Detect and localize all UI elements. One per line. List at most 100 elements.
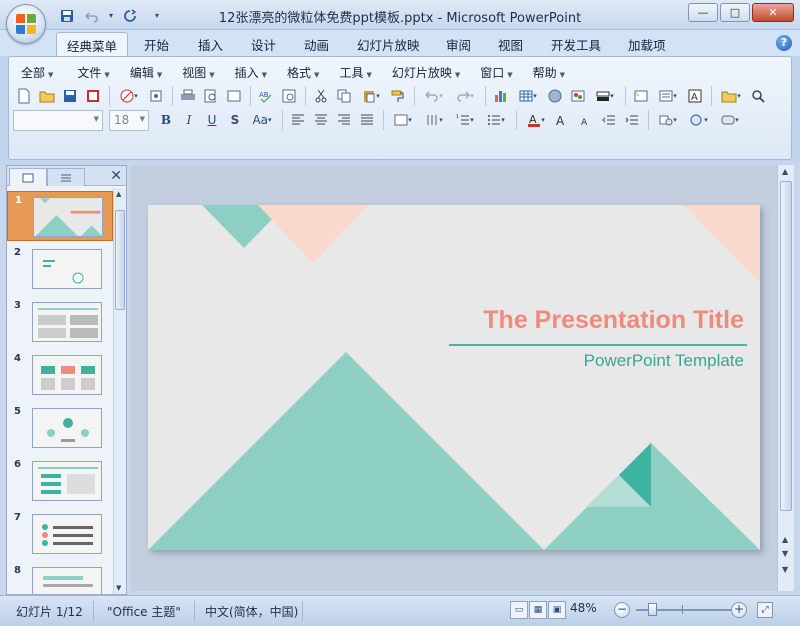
paste-icon[interactable]: ▾ [356,85,386,107]
tab-add-ins[interactable]: 加载项 [618,32,676,56]
font-size-combo[interactable]: 18 ▼ [109,109,149,131]
copy-icon[interactable] [333,85,355,107]
slide-show-icon[interactable]: ▣ [548,601,566,619]
tab-animations[interactable]: 动画 [294,32,339,56]
shrink-font-icon[interactable]: A [575,109,597,131]
redo-icon[interactable]: ▾ [450,85,480,107]
table-icon[interactable]: ▾ [513,85,543,107]
change-case-button[interactable]: Aa ▾ [247,109,277,131]
menu-edit[interactable]: 编辑 ▼ [122,61,170,83]
shape-icon[interactable]: ▾ [590,85,620,107]
tab-slides[interactable] [9,168,47,186]
slide-sorter-icon[interactable]: ▦ [529,601,547,619]
slide-thumbnail[interactable]: 2 [7,244,113,294]
shadow-button[interactable]: S [224,109,246,131]
tab-view[interactable]: 视图 [488,32,533,56]
tab-insert[interactable]: 插入 [188,32,233,56]
align-left-icon[interactable] [287,109,309,131]
normal-view-icon[interactable]: ▭ [510,601,528,619]
italic-button[interactable]: I [178,109,200,131]
scroll-thumb[interactable] [780,181,792,511]
menu-insert[interactable]: 插入 ▼ [227,61,275,83]
increase-indent-icon[interactable] [621,109,643,131]
cut-icon[interactable] [310,85,332,107]
slide-thumbnail[interactable]: 6 [7,456,113,506]
scroll-down-arrow-icon[interactable]: ▼ [116,584,121,592]
scroll-up-arrow-icon[interactable]: ▲ [116,190,121,198]
minimize-button[interactable]: — [688,3,718,22]
tab-review[interactable]: 审阅 [436,32,481,56]
slide-title[interactable]: The Presentation Title [483,306,744,335]
slide-thumbnail[interactable]: 4 [7,350,113,400]
arrange-icon[interactable]: ▾ [684,109,714,131]
new-slide-icon[interactable] [630,85,652,107]
scroll-up-arrow-icon[interactable]: ▲ [782,167,788,176]
zoom-level[interactable]: 48% [570,601,597,615]
zoom-out-icon[interactable]: − [614,602,630,618]
grow-font-icon[interactable]: A [552,109,574,131]
slide-thumbnail[interactable]: 8 [7,562,113,594]
clipart-icon[interactable] [544,85,566,107]
slide-thumbnail[interactable]: 1 [7,191,113,241]
text-direction-icon[interactable]: ▾ [419,109,449,131]
align-right-icon[interactable] [333,109,355,131]
menu-tools[interactable]: 工具 ▼ [331,61,379,83]
save-icon[interactable] [59,85,81,107]
scroll-down-arrow-icon[interactable]: ▼ [782,565,788,574]
slide-scrollbar[interactable]: ▲ ▲ ▼ ▼ [777,165,794,591]
slide-canvas[interactable]: The Presentation Title PowerPoint Templa… [148,205,760,550]
next-slide-icon[interactable]: ▼ [782,549,788,558]
print-icon[interactable] [177,85,199,107]
tab-classic-menu[interactable]: 经典菜单 [56,32,129,56]
save-pdf-icon[interactable] [82,85,104,107]
close-panel-icon[interactable]: ✕ [110,168,122,184]
zoom-slider-thumb[interactable] [648,603,657,616]
permission-icon[interactable]: ▾ [114,85,144,107]
bold-button[interactable]: B [155,109,177,131]
scroll-thumb[interactable] [115,210,125,310]
open-icon[interactable] [36,85,58,107]
picture-icon[interactable] [567,85,589,107]
undo-icon[interactable]: ▾ [419,85,449,107]
decrease-indent-icon[interactable] [598,109,620,131]
format-painter-icon[interactable] [387,85,409,107]
language-indicator[interactable]: 中文(简体，中国) [199,601,303,621]
bullets-icon[interactable]: ▾ [481,109,511,131]
office-button[interactable] [6,4,46,44]
underline-button[interactable]: U [201,109,223,131]
font-name-combo[interactable]: ▼ [13,109,103,131]
menu-help[interactable]: 帮助 ▼ [525,61,573,83]
layout-icon[interactable]: ▾ [653,85,683,107]
slide-thumbnail[interactable]: 7 [7,509,113,559]
slide-thumbnail[interactable]: 3 [7,297,113,347]
tab-slide-show[interactable]: 幻灯片放映 [347,32,430,56]
fit-to-window-icon[interactable]: ⤢ [757,602,773,618]
tab-home[interactable]: 开始 [134,32,179,56]
folder-icon[interactable]: ▾ [716,85,746,107]
tab-design[interactable]: 设计 [241,32,286,56]
quick-styles-icon[interactable]: ▾ [715,109,745,131]
font-color-icon[interactable]: A ▾ [521,109,551,131]
previous-slide-icon[interactable]: ▲ [782,535,788,544]
maximize-button[interactable]: □ [720,3,750,22]
new-doc-icon[interactable] [13,85,35,107]
textbox-icon[interactable]: A [684,85,706,107]
close-button[interactable]: ✕ [752,3,794,22]
slide-subtitle[interactable]: PowerPoint Template [584,351,744,371]
spelling-icon[interactable]: AB [255,85,277,107]
thumbnail-scrollbar[interactable]: ▲ ▼ [113,188,126,594]
numbering-icon[interactable]: 1 ▾ [450,109,480,131]
zoom-in-icon[interactable]: + [731,602,747,618]
attach-icon[interactable] [145,85,167,107]
menu-view[interactable]: 视图 ▼ [174,61,222,83]
tab-developer[interactable]: 开发工具 [541,32,611,56]
slide-thumbnail[interactable]: 5 [7,403,113,453]
columns-icon[interactable]: ▾ [388,109,418,131]
print-preview-icon[interactable] [200,85,222,107]
menu-slide-show[interactable]: 幻灯片放映 ▼ [384,61,468,83]
help-icon[interactable]: ? [776,35,792,51]
zoom-icon[interactable] [747,85,769,107]
menu-file[interactable]: 文件 ▼ [69,61,117,83]
menu-all[interactable]: 全部 ▼ [13,61,61,83]
menu-format[interactable]: 格式 ▼ [279,61,327,83]
